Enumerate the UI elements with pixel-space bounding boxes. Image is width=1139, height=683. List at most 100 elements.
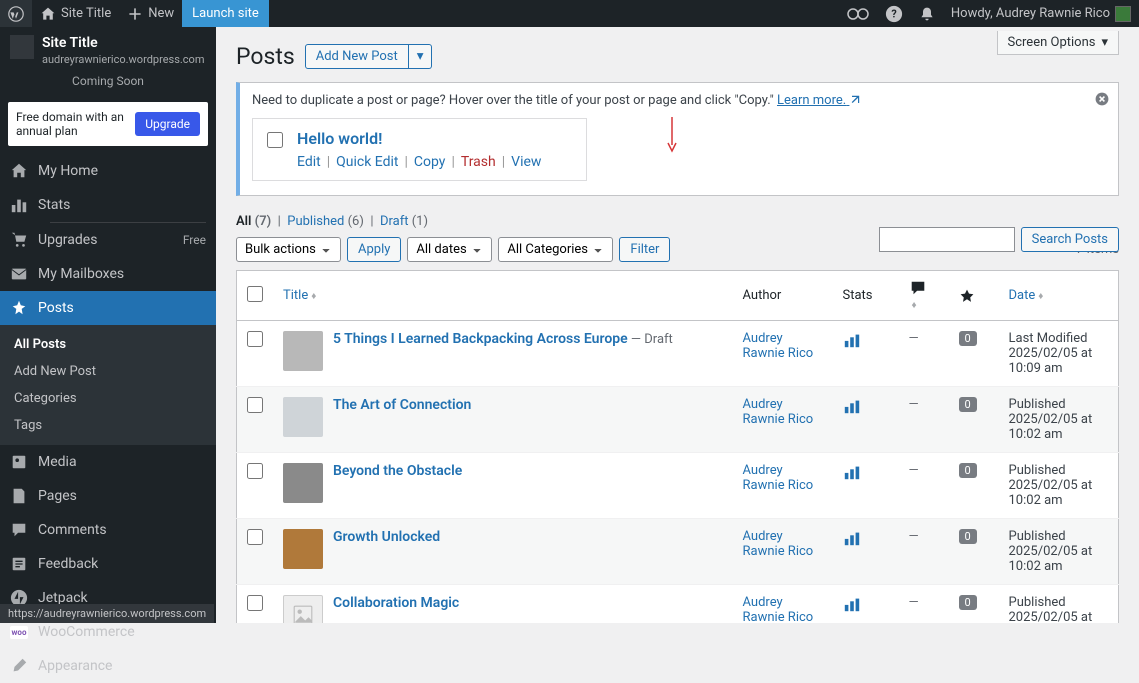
comment-count-badge[interactable]: 0	[959, 331, 977, 346]
row-checkbox[interactable]	[247, 595, 263, 611]
sample-checkbox[interactable]	[267, 132, 283, 148]
reader-icon[interactable]	[839, 0, 877, 27]
search-posts-input[interactable]	[879, 227, 1015, 252]
sidebar-site-title: Site Title	[42, 35, 204, 51]
action-view[interactable]: View	[511, 154, 541, 170]
date-filter-select[interactable]: All dates	[407, 237, 492, 262]
filter-draft[interactable]: Draft (1)	[380, 214, 428, 229]
sidebar-site-header[interactable]: Site Title audreyrawnierico.wordpress.co…	[0, 27, 216, 102]
stats-icon[interactable]	[843, 595, 889, 613]
col-comments[interactable]: ♦	[899, 271, 949, 321]
post-author-link[interactable]: Audrey Rawnie Rico	[743, 397, 814, 427]
post-title-link[interactable]: 5 Things I Learned Backpacking Across Eu…	[333, 331, 628, 347]
post-author-link[interactable]: Audrey Rawnie Rico	[743, 463, 814, 493]
post-thumbnail	[283, 397, 323, 437]
site-home-link[interactable]: Site Title	[32, 0, 119, 27]
comment-count-badge[interactable]: 0	[959, 529, 977, 544]
submenu-tags[interactable]: Tags	[0, 412, 216, 439]
post-title-link[interactable]: Beyond the Obstacle	[333, 463, 462, 479]
apply-button[interactable]: Apply	[347, 237, 401, 262]
comment-count-badge[interactable]: 0	[959, 463, 977, 478]
launch-site-button[interactable]: Launch site	[182, 0, 269, 27]
table-row: The Art of Connection Audrey Rawnie Rico…	[237, 387, 1119, 453]
post-author-link[interactable]: Audrey Rawnie Rico	[743, 595, 814, 623]
new-label: New	[148, 6, 174, 21]
howdy-text: Howdy, Audrey Rawnie Rico	[951, 6, 1110, 21]
post-author-link[interactable]: Audrey Rawnie Rico	[743, 331, 814, 361]
action-trash[interactable]: Trash	[461, 154, 496, 170]
filter-published[interactable]: Published (6)	[287, 214, 364, 229]
submenu-all-posts[interactable]: All Posts	[0, 331, 216, 358]
add-new-dropdown[interactable]: ▾	[409, 44, 433, 69]
stats-icon[interactable]	[843, 397, 889, 415]
main-content: Screen Options ▾ Posts Add New Post ▾ Ne…	[216, 27, 1139, 623]
filter-all[interactable]: All (7)	[236, 214, 271, 229]
likes-dash: —	[909, 529, 919, 544]
comment-count-badge[interactable]: 0	[959, 595, 977, 610]
action-copy[interactable]: Copy	[414, 154, 446, 170]
new-content[interactable]: New	[119, 0, 182, 27]
sidebar-item-mailboxes[interactable]: My Mailboxes	[0, 257, 216, 291]
sidebar-item-upgrades[interactable]: Upgrades Free	[0, 223, 216, 257]
submenu-add-new[interactable]: Add New Post	[0, 358, 216, 385]
post-title-link[interactable]: Growth Unlocked	[333, 529, 440, 545]
post-date: Last Modified2025/02/05 at 10:09 am	[999, 321, 1119, 387]
learn-more-link[interactable]: Learn more.	[777, 93, 861, 108]
row-checkbox[interactable]	[247, 529, 263, 545]
sidebar-item-stats[interactable]: Stats	[0, 188, 216, 222]
sidebar-item-appearance[interactable]: Appearance	[0, 649, 216, 683]
sidebar-item-feedback[interactable]: Feedback	[0, 547, 216, 581]
sidebar-item-comments[interactable]: Comments	[0, 513, 216, 547]
sidebar-item-pages[interactable]: Pages	[0, 479, 216, 513]
sidebar-item-myhome[interactable]: My Home	[0, 154, 216, 188]
stats-icon[interactable]	[843, 529, 889, 547]
category-filter-select[interactable]: All Categories	[498, 237, 613, 262]
feedback-icon	[10, 555, 28, 573]
sidebar-site-url: audreyrawnierico.wordpress.com	[42, 53, 204, 66]
stats-icon[interactable]	[843, 463, 889, 481]
upgrade-button[interactable]: Upgrade	[135, 112, 200, 136]
submenu-categories[interactable]: Categories	[0, 385, 216, 412]
col-date[interactable]: Date♦	[999, 271, 1119, 321]
likes-dash: —	[909, 595, 919, 610]
comment-count-badge[interactable]: 0	[959, 397, 977, 412]
row-checkbox[interactable]	[247, 463, 263, 479]
dismiss-banner-button[interactable]	[1094, 91, 1110, 107]
posts-submenu: All Posts Add New Post Categories Tags	[0, 325, 216, 445]
col-title[interactable]: Title♦	[273, 271, 733, 321]
screen-options-toggle[interactable]: Screen Options ▾	[997, 31, 1120, 55]
home-icon	[10, 162, 28, 180]
media-icon	[10, 453, 28, 471]
page-title: Posts	[236, 43, 295, 70]
col-author[interactable]: Author	[733, 271, 833, 321]
cart-icon	[10, 231, 28, 249]
post-title-link[interactable]: Collaboration Magic	[333, 595, 459, 611]
action-edit[interactable]: Edit	[297, 154, 321, 170]
sidebar-item-posts[interactable]: Posts	[0, 291, 216, 325]
select-all-checkbox[interactable]	[247, 286, 263, 302]
help-icon[interactable]: ?	[877, 0, 911, 27]
account-menu[interactable]: Howdy, Audrey Rawnie Rico	[943, 0, 1139, 27]
notifications-icon[interactable]	[911, 0, 943, 27]
domain-promo: Free domain with an annual plan Upgrade	[8, 102, 208, 146]
stats-icon[interactable]	[843, 331, 889, 349]
post-author-link[interactable]: Audrey Rawnie Rico	[743, 529, 814, 559]
free-badge: Free	[183, 233, 206, 247]
bulk-actions-select[interactable]: Bulk actions	[236, 237, 341, 262]
col-stats[interactable]: Stats	[833, 271, 899, 321]
filter-button[interactable]: Filter	[619, 237, 670, 262]
add-new-post-button[interactable]: Add New Post	[305, 44, 409, 69]
sample-post-title[interactable]: Hello world!	[297, 129, 541, 148]
action-quick-edit[interactable]: Quick Edit	[336, 154, 398, 170]
row-checkbox[interactable]	[247, 331, 263, 347]
comment-icon	[10, 521, 28, 539]
domain-promo-text: Free domain with an annual plan	[16, 110, 129, 138]
sample-post-row: Hello world! Edit| Quick Edit| Copy| Tra…	[252, 118, 587, 181]
post-title-link[interactable]: The Art of Connection	[333, 397, 471, 413]
col-likes[interactable]	[949, 271, 999, 321]
sidebar-item-media[interactable]: Media	[0, 445, 216, 479]
row-checkbox[interactable]	[247, 397, 263, 413]
wp-logo[interactable]	[0, 0, 32, 27]
likes-dash: —	[909, 331, 919, 346]
search-posts-button[interactable]: Search Posts	[1021, 227, 1119, 252]
